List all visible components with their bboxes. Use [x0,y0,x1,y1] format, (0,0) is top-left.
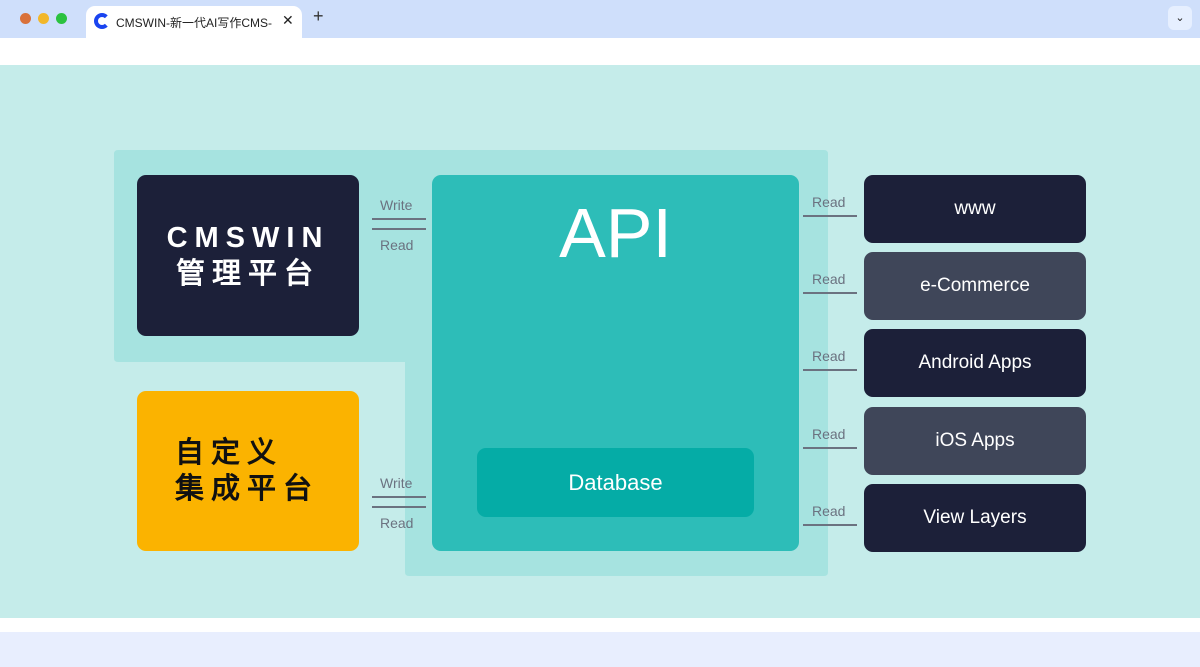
database-box: Database [477,448,754,517]
custom-line1: 自定义 [175,437,284,469]
cmswin-admin-box: CMSWIN 管理平台 [137,175,359,336]
custom-integration-box: 自定义 集成平台 [137,391,359,551]
write-arrow-icon [372,496,426,498]
footer-bar [0,632,1200,667]
read-arrow-icon [372,228,426,230]
output-box: View Layers [864,483,1086,552]
cms-subtitle: 管理平台 [175,257,320,290]
write-label: Write [380,475,413,491]
read-label: Read [812,194,846,210]
read-arrow-icon [372,506,426,508]
custom-line2: 集成平台 [175,473,320,505]
write-arrow-icon [372,218,426,220]
read-label: Read [812,425,846,442]
read-arrow-icon [803,369,857,372]
read-label: Read [812,502,846,519]
read-arrow-icon [803,292,857,295]
read-arrow-icon [803,446,857,449]
cms-title: CMSWIN [166,221,330,254]
read-arrow-icon [803,215,857,217]
write-label: Write [380,197,413,213]
read-label: Read [380,237,414,253]
read-label: Read [812,348,846,365]
output-box: Android Apps [864,329,1086,398]
read-label: Read [812,271,846,288]
output-box: iOS Apps [864,406,1086,475]
output-box: e-Commerce [864,252,1086,321]
api-box: API Database [432,175,799,551]
output-box: www [864,175,1086,243]
api-title: API [559,194,672,272]
read-arrow-icon [803,523,857,526]
read-label: Read [380,515,414,531]
